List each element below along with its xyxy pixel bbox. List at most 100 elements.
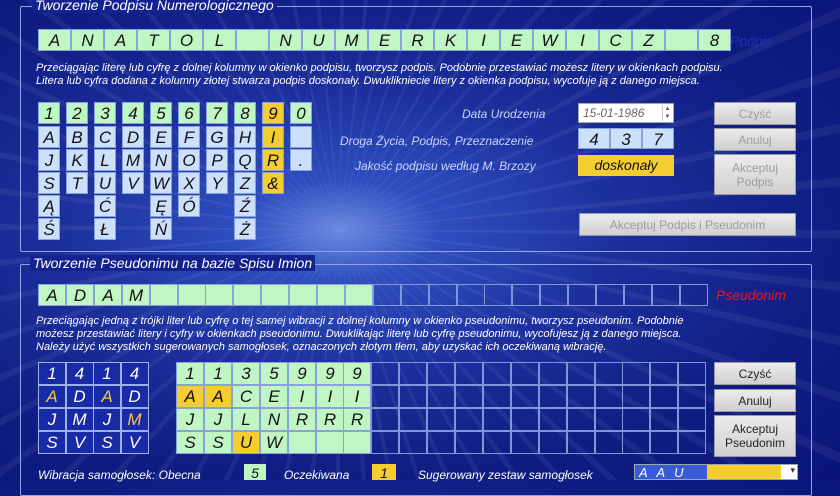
letter-cell[interactable]: Ę [150,195,172,217]
choice-letter-cell[interactable]: R [343,408,371,431]
signature-letter-cell[interactable]: W [533,29,566,51]
pseudonym-cancel-button[interactable]: Anuluj [714,389,796,412]
pseudonym-letter-cell[interactable] [373,284,401,306]
signature-cancel-button[interactable]: Anuluj [714,128,796,151]
letter-cell[interactable]: O [178,149,200,171]
digit-cell[interactable]: 6 [178,102,200,124]
choice-letter-cell[interactable]: 5 [260,362,288,385]
birth-date-field[interactable]: 15-01-1986 ▲ ▼ [578,103,674,123]
signature-letter-cell[interactable]: E [368,29,401,51]
pseudonym-letter-cell[interactable]: A [94,284,122,306]
choice-letter-cell[interactable]: S [204,431,232,454]
choice-letter-cell[interactable]: 1 [204,362,232,385]
accept-pseudonym-button[interactable]: Akceptuj Pseudonim [714,415,796,457]
choice-letter-cell[interactable]: R [288,408,316,431]
digit-cell[interactable]: 3 [94,102,116,124]
pseudonym-letter-cell[interactable] [457,284,485,306]
letter-cell[interactable]: B [66,126,88,148]
choice-letter-cell[interactable]: I [316,385,344,408]
letter-cell[interactable]: N [150,149,172,171]
used-letter-cell[interactable]: 1 [38,362,66,385]
pseudonym-letter-cell[interactable] [484,284,512,306]
choice-letter-cell[interactable]: E [260,385,288,408]
signature-letter-cell[interactable]: 8 [698,29,731,51]
letter-cell[interactable]: X [178,172,200,194]
choice-letter-cell[interactable]: 9 [288,362,316,385]
letter-cell[interactable]: F [178,126,200,148]
choice-letter-cell[interactable] [343,431,371,454]
signature-letter-cell[interactable]: M [335,29,368,51]
letter-cell[interactable]: H [234,126,256,148]
used-letter-cell[interactable]: J [93,408,121,431]
pseudonym-letter-cell[interactable] [150,284,178,306]
signature-letter-cell[interactable] [236,29,269,51]
signature-letter-cell[interactable]: N [71,29,104,51]
pseudonym-letter-cell[interactable] [512,284,540,306]
letter-cell[interactable]: Z [234,172,256,194]
pseudonym-letter-cell[interactable] [289,284,317,306]
pseudonym-letter-cell[interactable] [429,284,457,306]
choice-letter-cell[interactable]: A [176,385,204,408]
signature-letter-cell[interactable]: A [38,29,71,51]
used-letter-cell[interactable]: D [120,385,149,408]
choice-letter-cell[interactable]: 1 [176,362,204,385]
used-letter-cell[interactable]: S [38,431,66,454]
used-letter-cell[interactable]: 4 [65,362,94,385]
used-letter-cell[interactable]: M [65,408,94,431]
digit-cell[interactable]: 5 [150,102,172,124]
pseudonym-letter-cell[interactable] [205,284,233,306]
pseudonym-letter-cell[interactable] [317,284,345,306]
letter-cell[interactable]: J [38,149,60,171]
signature-letter-cell[interactable]: I [467,29,500,51]
signature-letter-cell[interactable] [665,29,698,51]
pseudonym-letter-cell[interactable]: A [38,284,66,306]
choice-letter-cell[interactable]: 9 [343,362,371,385]
choice-letter-cell[interactable] [288,431,316,454]
pseudonym-letter-cell[interactable] [680,284,708,306]
pseudonym-letter-cell[interactable] [178,284,206,306]
signature-clear-button[interactable]: Czyść [714,102,796,125]
accept-signature-and-pseudonym-button[interactable]: Akceptuj Podpis i Pseudonim [579,213,796,236]
choice-letter-cell[interactable]: U [232,431,260,454]
choice-letter-cell[interactable]: S [176,431,204,454]
signature-letter-cell[interactable]: N [269,29,302,51]
signature-letter-cell[interactable]: A [104,29,137,51]
choice-letter-cell[interactable]: I [343,385,371,408]
choice-letter-cell[interactable] [316,431,344,454]
used-letter-cell[interactable]: A [93,385,121,408]
letter-cell[interactable]: T [66,172,88,194]
accept-signature-button[interactable]: Akceptuj Podpis [714,154,796,195]
letter-cell[interactable]: Ć [94,195,116,217]
letter-cell[interactable]: Ź [234,195,256,217]
pseudonym-clear-button[interactable]: Czyść [714,362,796,385]
choice-letter-cell[interactable]: A [204,385,232,408]
digit-cell[interactable]: 9 [262,102,284,124]
letter-cell[interactable]: P [206,149,228,171]
digit-cell[interactable]: 7 [206,102,228,124]
letter-cell[interactable]: Ą [38,195,60,217]
letter-cell[interactable]: & [262,172,284,194]
digit-cell[interactable]: 1 [38,102,60,124]
letter-cell[interactable]: A [38,126,60,148]
letter-cell[interactable]: Ó [178,195,200,217]
letter-cell[interactable]: V [122,172,144,194]
letter-cell[interactable] [290,126,312,148]
choice-letter-cell[interactable]: 3 [232,362,260,385]
used-letter-cell[interactable]: V [120,431,149,454]
letter-cell[interactable]: Ż [234,218,256,240]
pseudonym-letter-cell[interactable] [345,284,373,306]
letter-cell[interactable]: D [122,126,144,148]
letter-cell[interactable]: I [262,126,284,148]
chevron-down-icon[interactable]: ▾ [790,465,795,476]
letter-cell[interactable]: K [66,149,88,171]
letter-cell[interactable]: R [262,149,284,171]
letter-cell[interactable]: Q [234,149,256,171]
pseudonym-letter-cell[interactable] [233,284,261,306]
letter-cell[interactable]: U [94,172,116,194]
letter-cell[interactable]: Ń [150,218,172,240]
letter-cell[interactable]: . [290,149,312,171]
letter-cell[interactable]: S [38,172,60,194]
letter-cell[interactable]: M [122,149,144,171]
choice-letter-cell[interactable]: L [232,408,260,431]
choice-letter-cell[interactable]: C [232,385,260,408]
